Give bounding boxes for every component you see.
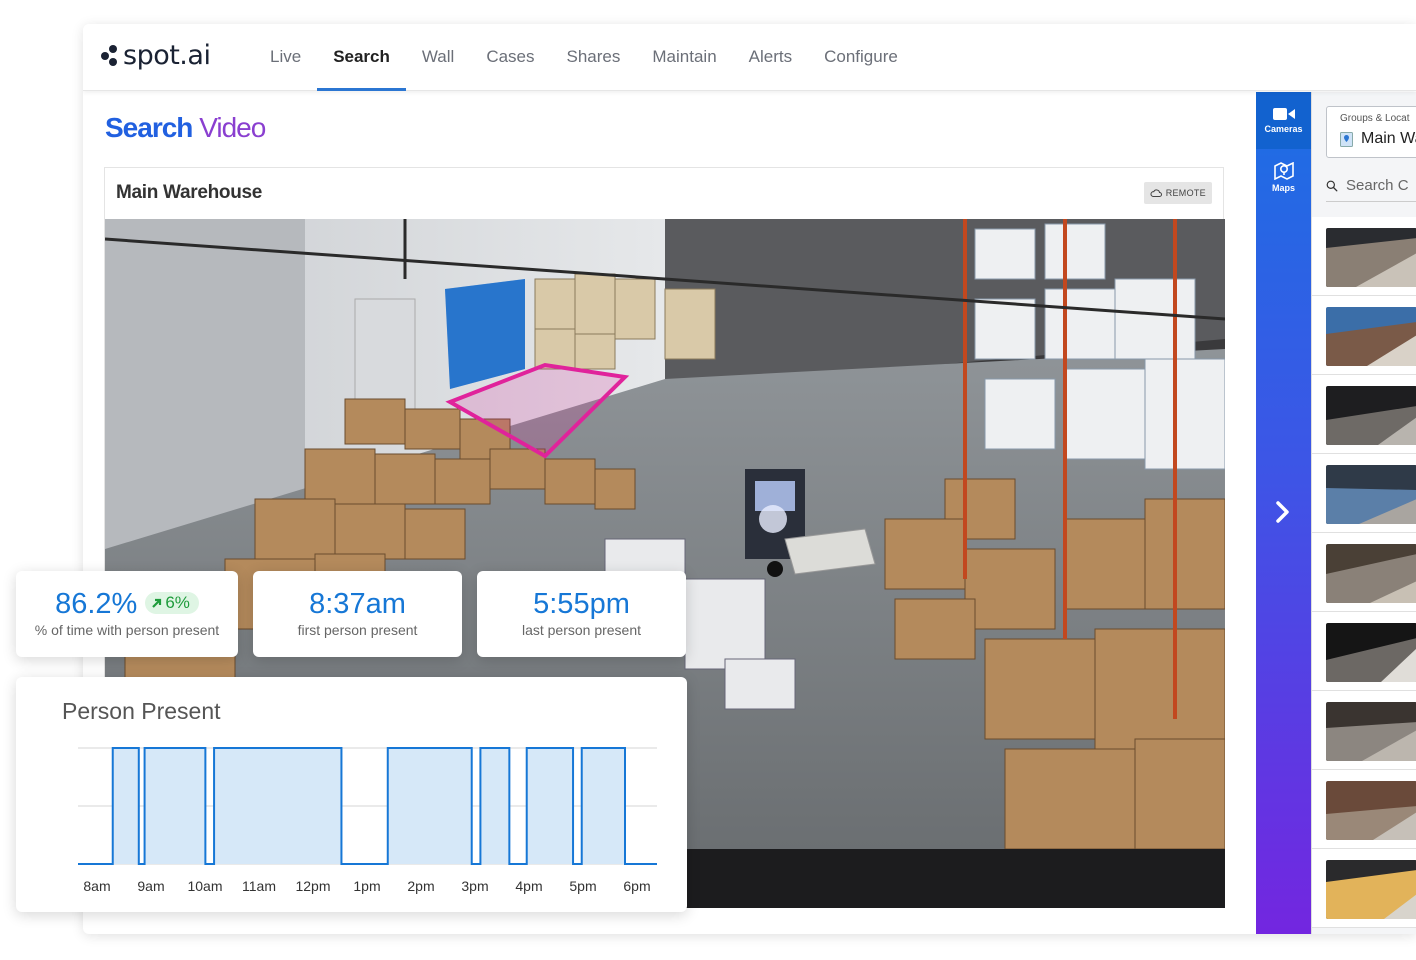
groups-locations-label: Groups & Locat [1340,113,1410,124]
camera-name: Main Warehouse [116,182,263,203]
stat-first-value: 8:37am [309,588,406,620]
presence-interval-fill [214,748,342,864]
nav-shares[interactable]: Shares [551,24,637,91]
camera-thumbnail-list [1312,217,1416,928]
camera-list-panel: Groups & Locat Main Wa [1311,92,1416,934]
camera-thumbnail-item[interactable] [1312,691,1416,770]
person-present-chart: 8am 9am 10am 11am 12pm 1pm 2pm 3pm 4pm 5pm 6pm [78,747,657,894]
nav-wall[interactable]: Wall [406,24,470,91]
x-tick-label: 8am [83,878,110,894]
camera-thumbnail-image [1326,702,1416,761]
trend-value: 6% [165,593,190,613]
nav-cases[interactable]: Cases [470,24,550,91]
camera-header: Main Warehouse REMOTE [105,168,1223,218]
stat-last-value: 5:55pm [533,588,630,620]
presence-interval-fill [480,748,510,864]
camera-thumbnail-item[interactable] [1312,849,1416,928]
right-rail: Cameras Maps [1256,92,1311,934]
stat-percent-label: % of time with person present [34,622,220,638]
location-pin-icon [1340,132,1353,147]
stat-card-percent-present: 86.2% 6% % of time with person present [16,571,238,657]
chevron-right-icon[interactable] [1274,500,1292,524]
camera-thumbnail-image [1326,386,1416,445]
groups-locations-value: Main Wa [1361,130,1416,147]
camera-thumbnail-image [1326,781,1416,840]
x-tick-label: 9am [137,878,164,894]
video-camera-icon [1272,108,1295,120]
presence-interval-fill [144,748,206,864]
x-tick-label: 12pm [295,878,330,894]
nav-configure[interactable]: Configure [808,24,914,91]
camera-thumbnail-image [1326,465,1416,524]
camera-thumbnail-image [1326,307,1416,366]
camera-thumbnail-image [1326,544,1416,603]
logo-mark-icon [101,44,121,67]
rail-maps-label: Maps [1271,183,1295,193]
presence-interval-fill [112,748,139,864]
arrow-up-right-icon [152,599,162,609]
search-icon [1326,180,1338,191]
main-nav: Live Search Wall Cases Shares Maintain A… [254,24,914,91]
presence-interval-fill [387,748,472,864]
nav-live[interactable]: Live [254,24,317,91]
presence-interval-fill [526,748,574,864]
stat-card-last-person: 5:55pm last person present [477,571,686,657]
camera-thumbnail-item[interactable] [1312,454,1416,533]
camera-thumbnail-item[interactable] [1312,770,1416,849]
nav-maintain[interactable]: Maintain [636,24,732,91]
camera-thumbnail-item[interactable] [1312,612,1416,691]
stat-last-label: last person present [521,622,642,638]
x-tick-label: 11am [242,878,276,894]
stat-percent-value: 86.2% [55,588,138,620]
camera-thumbnail-image [1326,623,1416,682]
x-tick-label: 2pm [407,878,434,894]
trend-badge: 6% [145,592,199,615]
rail-cameras-button[interactable]: Cameras [1256,92,1311,149]
camera-thumbnail-image [1326,228,1416,287]
brand-logo[interactable]: spot.ai [101,40,211,71]
presence-interval-fill [581,748,625,864]
x-tick-label: 3pm [461,878,488,894]
x-tick-label: 5pm [569,878,596,894]
remote-badge[interactable]: REMOTE [1143,182,1212,204]
top-navigation-bar: spot.ai Live Search Wall Cases Shares Ma… [83,24,1416,91]
camera-thumbnail-item[interactable] [1312,533,1416,612]
x-tick-label: 4pm [515,878,542,894]
rail-maps-button[interactable]: Maps [1256,149,1311,206]
nav-alerts[interactable]: Alerts [733,24,808,91]
stat-first-label: first person present [297,622,418,638]
page-title-video: Video [199,112,266,143]
camera-thumbnail-item[interactable] [1312,375,1416,454]
page-title-search: Search [105,112,193,143]
groups-locations-select[interactable]: Groups & Locat Main Wa [1326,106,1416,158]
map-icon [1273,162,1294,180]
x-tick-label: 6pm [623,878,650,894]
camera-search-input[interactable] [1346,177,1416,194]
cloud-icon [1150,189,1162,197]
camera-thumbnail-image [1326,860,1416,919]
x-tick-label: 10am [187,878,222,894]
camera-thumbnail-item[interactable] [1312,296,1416,375]
nav-search[interactable]: Search [317,24,406,91]
camera-search [1326,170,1416,202]
stat-card-first-person: 8:37am first person present [253,571,462,657]
camera-thumbnail-item[interactable] [1312,217,1416,296]
person-present-chart-card: Person Present 8am 9am 10am 11am 12pm 1pm 2pm 3… [16,677,687,912]
rail-cameras-label: Cameras [1264,124,1303,134]
page-title: Search Video [105,112,266,144]
remote-badge-label: REMOTE [1165,188,1206,198]
brand-name: spot.ai [123,40,211,71]
x-tick-label: 1pm [353,878,380,894]
